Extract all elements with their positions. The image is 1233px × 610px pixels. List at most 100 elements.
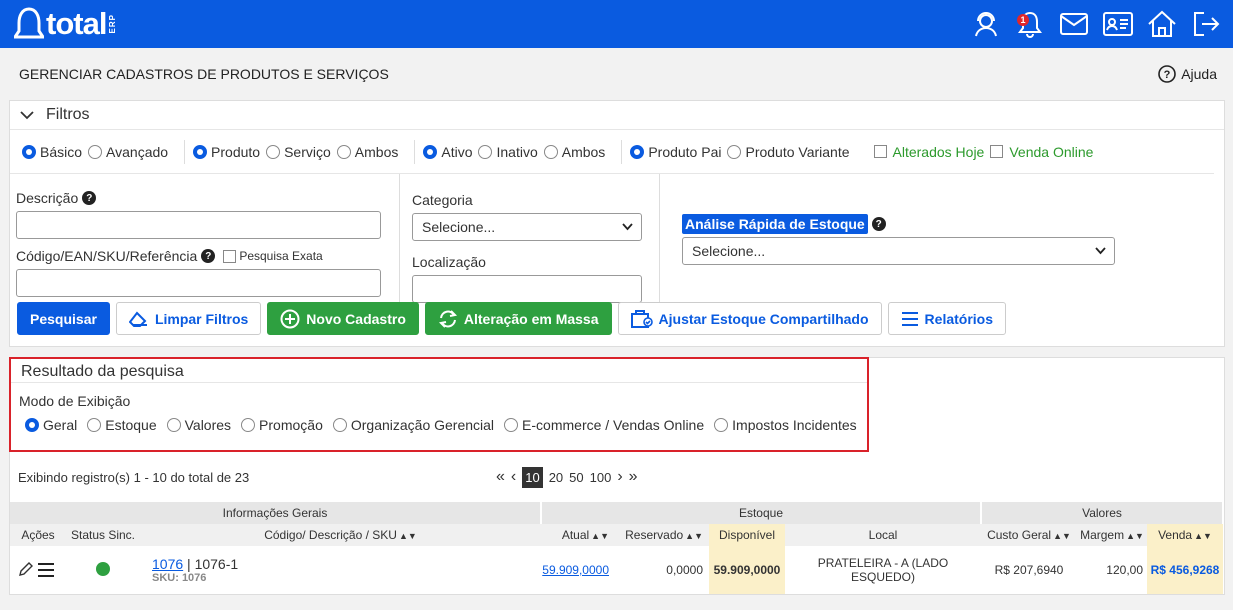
support-agent-icon[interactable] bbox=[971, 9, 1001, 39]
group-estoque: Estoque bbox=[541, 502, 982, 524]
pesquisar-button[interactable]: Pesquisar bbox=[17, 302, 110, 335]
novo-cadastro-button[interactable]: Novo Cadastro bbox=[267, 302, 419, 335]
radio-inativo[interactable]: Inativo bbox=[478, 144, 538, 160]
prev-page-icon[interactable]: ‹ bbox=[511, 468, 516, 486]
help-link[interactable]: ? Ajuda bbox=[1158, 65, 1217, 83]
alteracao-massa-button[interactable]: Alteração em Massa bbox=[424, 302, 612, 335]
radio-produto-pai[interactable]: Produto Pai bbox=[630, 144, 721, 160]
page-size-50[interactable]: 50 bbox=[569, 470, 583, 485]
variant-group: Produto Pai Produto Variante bbox=[630, 140, 865, 164]
price-custo: R$ 207,6940 bbox=[994, 563, 1064, 577]
top-bar: total ERP 1 bbox=[0, 0, 1233, 48]
codigo-input[interactable] bbox=[16, 269, 381, 297]
col-local: Local bbox=[785, 524, 981, 546]
mode-promocao[interactable]: Promoção bbox=[241, 417, 323, 433]
filters-options-row: Básico Avançado Produto Serviço Ambos At… bbox=[10, 130, 1214, 174]
sort-icon: ▲▼ bbox=[1126, 531, 1144, 541]
mode-ecommerce[interactable]: E-commerce / Vendas Online bbox=[504, 417, 704, 433]
notifications-bell-icon[interactable]: 1 bbox=[1015, 9, 1045, 39]
radio-basico[interactable]: Básico bbox=[22, 144, 82, 160]
descricao-input[interactable] bbox=[16, 211, 381, 239]
radio-ambos-tipo[interactable]: Ambos bbox=[336, 144, 398, 160]
profile-card-icon[interactable] bbox=[1103, 9, 1133, 39]
sort-icon: ▲▼ bbox=[1053, 531, 1071, 541]
last-page-icon[interactable]: » bbox=[629, 468, 638, 486]
help-icon[interactable]: ? bbox=[201, 249, 216, 263]
checkbox-pesquisa-exata[interactable]: Pesquisa Exata bbox=[223, 249, 323, 263]
col-custo[interactable]: Custo Geral ▲▼ bbox=[981, 524, 1077, 546]
group-informacoes: Informações Gerais bbox=[10, 502, 542, 524]
stock-atual-link[interactable]: 59.909,0000 bbox=[542, 563, 609, 577]
display-mode-label: Modo de Exibição bbox=[19, 393, 131, 409]
help-icon[interactable]: ? bbox=[871, 217, 886, 231]
top-icons: 1 bbox=[971, 9, 1221, 39]
sort-icon: ▲▼ bbox=[398, 531, 417, 541]
results-title: Resultado da pesquisa bbox=[11, 359, 867, 383]
radio-servico[interactable]: Serviço bbox=[266, 144, 331, 160]
filter-col-analysis: Análise Rápida de Estoque ? Selecione... bbox=[682, 174, 1115, 302]
col-atual[interactable]: Atual ▲▼ bbox=[541, 524, 617, 546]
page-size-20[interactable]: 20 bbox=[549, 470, 563, 485]
logo-bell-icon bbox=[12, 7, 46, 41]
radio-avancado[interactable]: Avançado bbox=[88, 144, 168, 160]
plus-circle-icon bbox=[280, 309, 300, 328]
col-reservado[interactable]: Reservado ▲▼ bbox=[617, 524, 709, 546]
page-size-100[interactable]: 100 bbox=[590, 470, 612, 485]
mode-geral[interactable]: Geral bbox=[25, 417, 77, 433]
limpar-filtros-button[interactable]: Limpar Filtros bbox=[115, 302, 262, 335]
col-status: Status Sinc. bbox=[66, 524, 140, 546]
row-menu-icon[interactable] bbox=[37, 562, 55, 580]
first-page-icon[interactable]: « bbox=[496, 468, 505, 486]
action-buttons: Pesquisar Limpar Filtros Novo Cadastro A… bbox=[10, 302, 1224, 346]
chevron-down-icon bbox=[20, 111, 34, 120]
mode-organizacao[interactable]: Organização Gerencial bbox=[332, 417, 494, 433]
search-mode-group: Básico Avançado bbox=[22, 139, 186, 164]
page-size-10[interactable]: 10 bbox=[522, 466, 543, 488]
sort-icon: ▲▼ bbox=[1194, 531, 1212, 541]
filters-header[interactable]: Filtros bbox=[10, 101, 1224, 130]
relatorios-button[interactable]: Relatórios bbox=[887, 302, 1007, 335]
table-group-header: Informações Gerais Estoque Valores bbox=[10, 502, 1224, 524]
radio-produto[interactable]: Produto bbox=[193, 144, 260, 160]
mode-impostos[interactable]: Impostos Incidentes bbox=[714, 417, 857, 433]
checkbox-alterados-hoje[interactable]: Alterados Hoje bbox=[873, 144, 984, 160]
filters-title: Filtros bbox=[46, 106, 90, 123]
logo-suffix: ERP bbox=[108, 14, 118, 34]
home-icon[interactable] bbox=[1147, 9, 1177, 39]
table-column-header: Ações Status Sinc. Código/ Descrição / S… bbox=[10, 524, 1223, 546]
radio-ativo[interactable]: Ativo bbox=[423, 144, 472, 160]
checkbox-venda-online[interactable]: Venda Online bbox=[990, 144, 1093, 160]
group-valores: Valores bbox=[981, 502, 1224, 524]
logout-icon[interactable] bbox=[1191, 9, 1221, 39]
menu-lines-icon bbox=[901, 311, 918, 326]
mail-icon[interactable] bbox=[1059, 9, 1089, 39]
chevron-down-icon bbox=[622, 223, 633, 231]
categoria-select[interactable]: Selecione... bbox=[412, 213, 642, 241]
radio-produto-variante[interactable]: Produto Variante bbox=[727, 144, 850, 160]
pagination: « ‹ 10 20 50 100 › » bbox=[496, 466, 638, 488]
analise-select[interactable]: Selecione... bbox=[682, 237, 1115, 265]
col-venda[interactable]: Venda ▲▼ bbox=[1147, 524, 1223, 546]
product-code-link[interactable]: 1076 bbox=[152, 556, 183, 572]
mode-valores[interactable]: Valores bbox=[166, 417, 231, 433]
filters-panel: Filtros Básico Avançado Produto Serviço … bbox=[9, 100, 1225, 347]
product-desc: | 1076-1 bbox=[183, 556, 239, 572]
col-margem[interactable]: Margem ▲▼ bbox=[1077, 524, 1147, 546]
results-panel: Resultado da pesquisa Modo de Exibição G… bbox=[9, 357, 1225, 595]
edit-pencil-icon[interactable] bbox=[18, 561, 34, 580]
stock-reservado: 0,0000 bbox=[666, 563, 703, 577]
page-header: GERENCIAR CADASTROS DE PRODUTOS E SERVIÇ… bbox=[0, 48, 1233, 100]
help-icon: ? bbox=[1158, 65, 1176, 83]
mode-estoque[interactable]: Estoque bbox=[87, 417, 157, 433]
logo[interactable]: total ERP bbox=[12, 6, 118, 42]
localizacao-input[interactable] bbox=[412, 275, 642, 303]
col-codigo[interactable]: Código/ Descrição / SKU ▲▼ bbox=[140, 524, 541, 546]
categoria-label: Categoria bbox=[412, 192, 473, 208]
price-venda[interactable]: R$ 456,9268 bbox=[1147, 546, 1223, 594]
products-table: Informações Gerais Estoque Valores Ações… bbox=[10, 502, 1224, 594]
help-icon[interactable]: ? bbox=[82, 191, 97, 205]
radio-ambos-status[interactable]: Ambos bbox=[543, 144, 605, 160]
ajustar-estoque-button[interactable]: Ajustar Estoque Compartilhado bbox=[617, 302, 882, 335]
next-page-icon[interactable]: › bbox=[617, 468, 622, 486]
type-group: Produto Serviço Ambos bbox=[193, 139, 416, 164]
